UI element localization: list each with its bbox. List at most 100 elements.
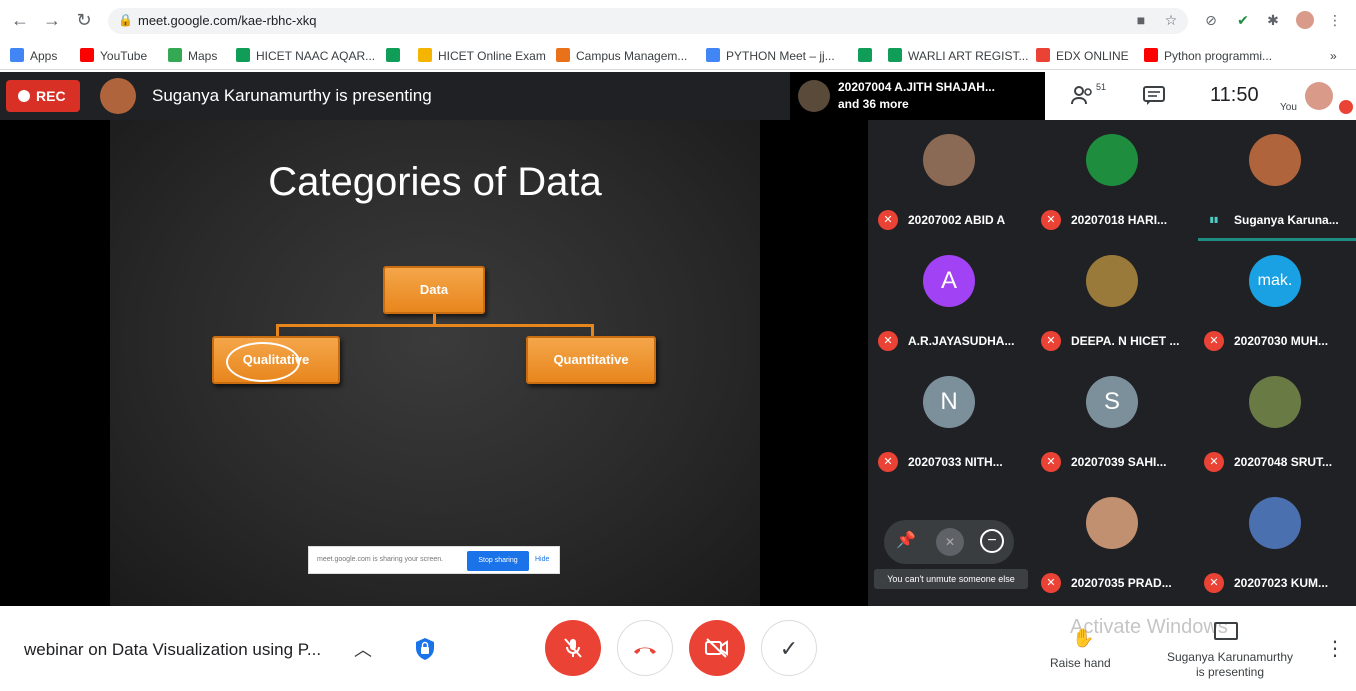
chat-button[interactable] (1143, 86, 1165, 111)
participant-tile[interactable]: ✕ DEEPA. N HICET ... (1031, 241, 1194, 361)
you-label: You (1280, 102, 1297, 113)
hang-up-icon (634, 647, 656, 654)
participant-tile[interactable]: A ✕ A.R.JAYASUDHA... (868, 241, 1031, 361)
camera-toggle-button[interactable] (689, 620, 745, 676)
bookmark-favicon-icon (1144, 48, 1158, 62)
presenting-line2: is presenting (1195, 665, 1265, 679)
participant-tile[interactable]: ✕ 20207023 KUM... (1194, 483, 1356, 603)
bookmark-label: Maps (188, 49, 218, 63)
joined-text-line1: 20207004 A.JITH SHAJAH... (838, 80, 995, 94)
bookmark-item[interactable]: HICET Online Exam (418, 47, 546, 65)
bookmark-item[interactable] (386, 47, 406, 65)
mic-off-icon: ✕ (878, 331, 898, 351)
bookmark-item[interactable] (858, 47, 878, 65)
shield-icon[interactable] (414, 637, 436, 661)
pin-icon[interactable]: 📌 (896, 530, 916, 550)
participant-grid: ✕ 20207002 ABID A ✕ 20207018 HARI... ▮▮ Sugan… (868, 120, 1356, 606)
presenting-label[interactable]: Suganya Karunamurthy is presenting (1155, 650, 1305, 680)
bookmark-favicon-icon (80, 48, 94, 62)
participant-avatar: A (923, 255, 975, 307)
block-icon[interactable]: ⊘ (1202, 11, 1220, 29)
slide-box-quantitative: Quantitative (526, 336, 656, 384)
more-bookmarks-icon[interactable]: » (1330, 47, 1337, 65)
chevron-up-icon[interactable]: ︿ (354, 636, 372, 662)
checkmark-button[interactable]: ✓ (761, 620, 817, 676)
puzzle-icon[interactable]: ✱ (1264, 11, 1282, 29)
joined-text: 20207004 A.JITH SHAJAH... and 36 more (838, 79, 995, 113)
participant-name: Suganya Karuna... (1234, 213, 1339, 227)
bookmark-label: HICET Online Exam (438, 49, 546, 63)
participant-tile[interactable]: ✕ 20207035 PRAD... (1031, 483, 1194, 603)
bookmark-label: PYTHON Meet – jj... (726, 49, 835, 63)
participant-avatar (1249, 376, 1301, 428)
participant-name: 20207030 MUH... (1234, 334, 1329, 348)
tooltip: You can't unmute someone else (874, 569, 1028, 589)
tile-hover-controls: 📌 ✕ − (884, 520, 1014, 564)
people-button[interactable]: 51 (1070, 82, 1110, 110)
bookmark-item[interactable]: EDX ONLINE (1036, 47, 1129, 65)
bookmark-item[interactable]: YouTube (80, 47, 147, 65)
raise-hand-label[interactable]: Raise hand (1050, 656, 1111, 670)
participant-name: 20207023 KUM... (1234, 576, 1329, 590)
bookmark-label: EDX ONLINE (1056, 49, 1129, 63)
back-icon[interactable]: ← (10, 10, 30, 30)
bookmark-item[interactable]: WARLI ART REGIST... (888, 47, 1028, 65)
star-icon[interactable]: ☆ (1162, 11, 1180, 29)
participants-count: 51 (1096, 82, 1107, 92)
remove-icon[interactable]: − (980, 529, 1004, 553)
presenter-avatar (100, 78, 136, 114)
mute-disabled-icon[interactable]: ✕ (936, 528, 964, 556)
meeting-title[interactable]: webinar on Data Visualization using P... (24, 640, 321, 660)
mic-off-icon: ✕ (1204, 331, 1224, 351)
bookmark-item[interactable]: Campus Managem... (556, 47, 687, 65)
participant-avatar: S (1086, 376, 1138, 428)
participant-tile[interactable]: ✕ 20207018 HARI... (1031, 120, 1194, 240)
bookmark-label: WARLI ART REGIST... (908, 49, 1029, 63)
mic-off-icon: ✕ (1204, 573, 1224, 593)
joined-text-line2: and 36 more (838, 97, 909, 111)
stop-sharing-button[interactable]: Stop sharing (467, 551, 529, 571)
connector-line (591, 324, 594, 336)
address-bar[interactable]: 🔒 meet.google.com/kae-rbhc-xkq (108, 8, 1188, 34)
participant-tile[interactable]: ▮▮ Suganya Karuna... (1194, 120, 1356, 240)
chat-icon (1143, 86, 1165, 105)
participant-name: 20207035 PRAD... (1071, 576, 1172, 590)
hide-share-bar-link[interactable]: Hide (535, 556, 549, 563)
camera-icon[interactable]: ■ (1132, 11, 1150, 29)
check-extension-icon[interactable]: ✔ (1234, 11, 1252, 29)
participant-tile[interactable]: ✕ 20207002 ABID A (868, 120, 1031, 240)
participant-avatar (1086, 255, 1138, 307)
bookmark-favicon-icon (418, 48, 432, 62)
meet-topbar: REC Suganya Karunamurthy is presenting 2… (0, 72, 1045, 120)
participant-tile[interactable]: ✕ 20207048 SRUT... (1194, 362, 1356, 482)
bookmark-favicon-icon (236, 48, 250, 62)
bookmark-favicon-icon (706, 48, 720, 62)
record-dot-icon (18, 90, 30, 102)
participant-tile[interactable]: mak. ✕ 20207030 MUH... (1194, 241, 1356, 361)
mic-off-icon: ✕ (1041, 573, 1061, 593)
clock: 11:50 (1210, 84, 1259, 106)
mic-toggle-button[interactable] (545, 620, 601, 676)
participant-name: 20207002 ABID A (908, 213, 1006, 227)
menu-icon[interactable]: ⋮ (1326, 11, 1344, 29)
raise-hand-icon[interactable]: ✋ (1072, 628, 1094, 649)
bookmark-item[interactable]: HICET NAAC AQAR... (236, 47, 375, 65)
more-options-icon[interactable]: ⋮ (1325, 636, 1345, 661)
share-bar-text: meet.google.com is sharing your screen. (317, 556, 444, 563)
bookmark-item[interactable]: Maps (168, 47, 217, 65)
bookmark-item[interactable]: Apps (10, 47, 57, 65)
reload-icon[interactable]: ↻ (74, 10, 94, 30)
bookmark-item[interactable]: PYTHON Meet – jj... (706, 47, 835, 65)
forward-icon[interactable]: → (42, 10, 62, 30)
mic-off-icon: ✕ (1041, 452, 1061, 472)
participant-tile[interactable]: N ✕ 20207033 NITH... (868, 362, 1031, 482)
bookmark-item[interactable]: Python programmi... (1144, 47, 1272, 65)
leave-call-button[interactable] (617, 620, 673, 676)
present-icon[interactable] (1214, 622, 1238, 640)
bookmark-favicon-icon (858, 48, 872, 62)
rec-badge: REC (6, 80, 80, 112)
participant-tile[interactable]: S ✕ 20207039 SAHI... (1031, 362, 1194, 482)
speaking-indicator-icon: ▮▮ (1209, 215, 1219, 224)
lock-icon: 🔒 (118, 13, 133, 27)
profile-avatar[interactable] (1296, 11, 1314, 29)
